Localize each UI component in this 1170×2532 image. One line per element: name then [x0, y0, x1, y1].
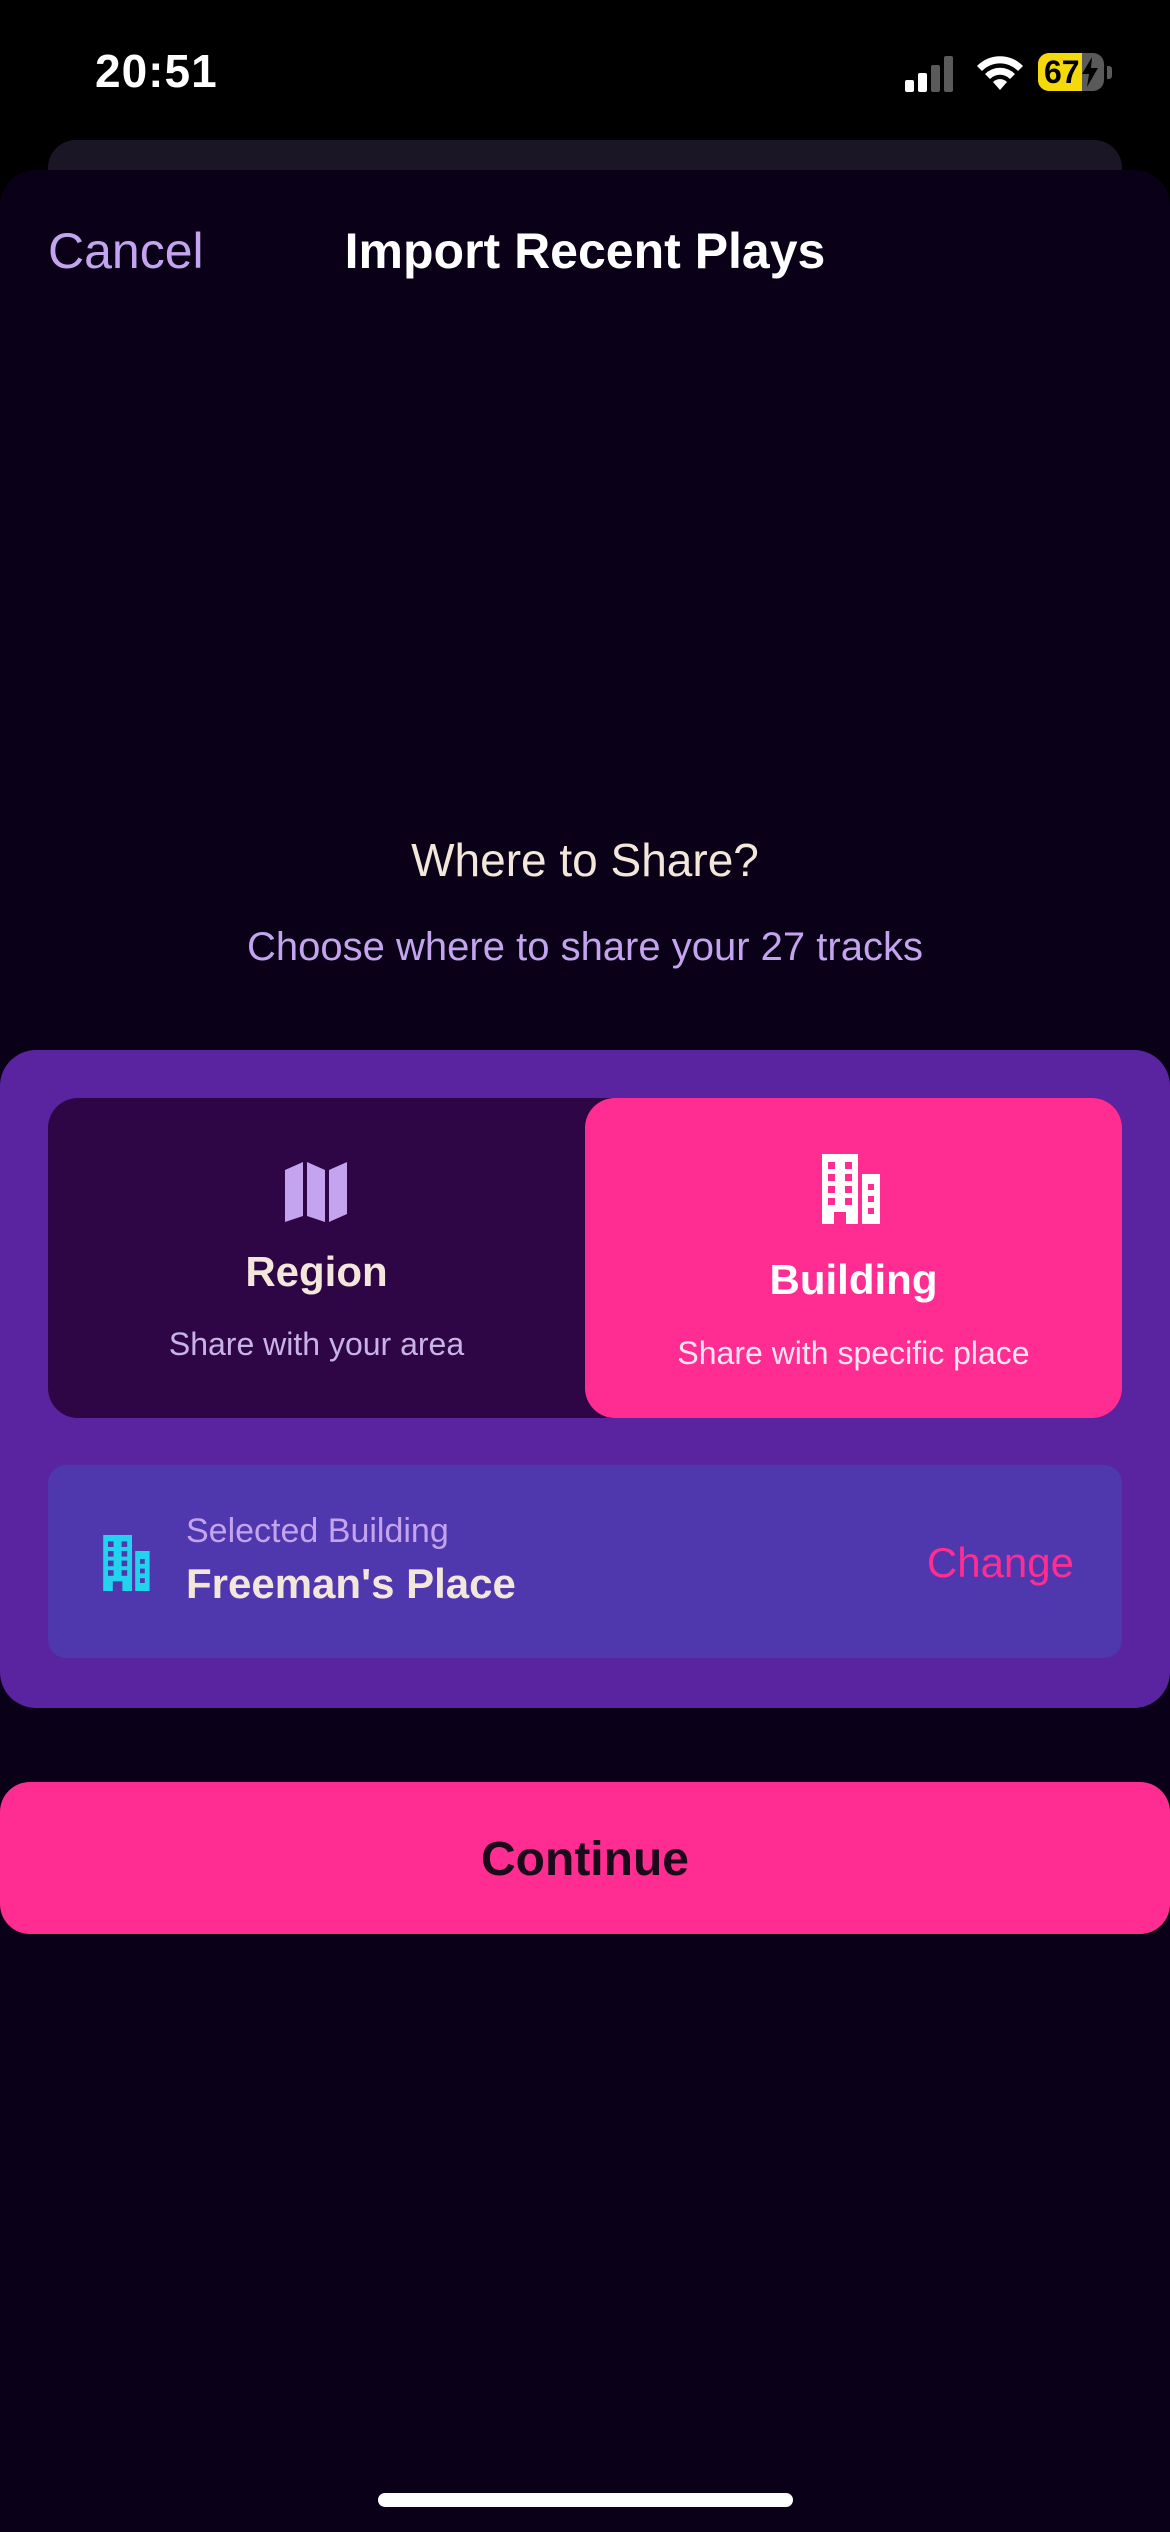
selected-building-caption: Selected Building — [186, 1512, 449, 1550]
battery-body: 67 — [1038, 53, 1104, 91]
cellular-signal-icon — [905, 56, 953, 92]
selected-building-name: Freeman's Place — [186, 1560, 516, 1607]
region-option-label: Region — [245, 1248, 388, 1295]
selected-building-card: Selected Building Freeman's Place Change — [48, 1465, 1122, 1658]
sheet-title: Import Recent Plays — [344, 223, 826, 279]
home-indicator — [378, 2493, 793, 2507]
charging-bolt-icon — [1082, 57, 1098, 87]
share-type-selector: Region Share with your area Building Sha… — [48, 1098, 1122, 1418]
share-subheading: Choose where to share your 27 tracks — [247, 925, 923, 969]
status-bar: 20:51 67 — [0, 0, 1170, 140]
region-option[interactable]: Region Share with your area — [48, 1098, 585, 1418]
change-building-button[interactable]: Change — [927, 1539, 1074, 1587]
battery-level: 67 — [1044, 54, 1080, 90]
map-icon — [285, 1162, 347, 1222]
continue-button-label: Continue — [481, 1833, 689, 1886]
continue-button[interactable]: Continue — [0, 1782, 1170, 1934]
building-option[interactable]: Building Share with specific place — [585, 1098, 1122, 1418]
status-time: 20:51 — [95, 45, 218, 97]
building-option-label: Building — [769, 1256, 938, 1303]
battery-tip — [1107, 66, 1112, 79]
share-options-panel: Region Share with your area Building Sha… — [0, 1050, 1170, 1708]
building-icon — [822, 1154, 880, 1224]
share-heading: Where to Share? — [411, 834, 759, 886]
building-icon — [103, 1535, 150, 1591]
building-option-description: Share with specific place — [677, 1335, 1030, 1371]
battery-indicator: 67 — [1038, 53, 1114, 93]
region-option-description: Share with your area — [168, 1326, 465, 1362]
wifi-icon — [977, 56, 1023, 90]
